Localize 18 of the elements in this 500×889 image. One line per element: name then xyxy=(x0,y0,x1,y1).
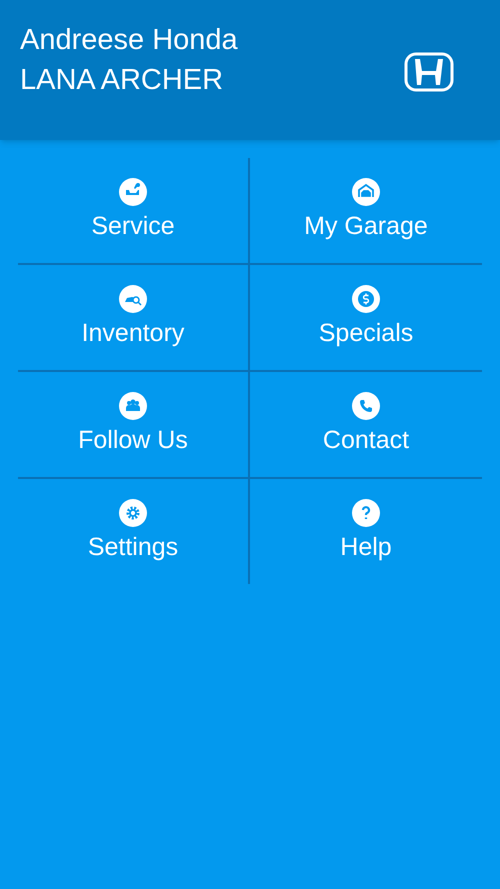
menu-tile[interactable]: Inventory xyxy=(18,265,250,370)
logo-icon xyxy=(404,52,454,92)
user-name: LANA ARCHER xyxy=(20,63,224,98)
menu-tile[interactable]: Service xyxy=(18,158,250,263)
gear-icon xyxy=(119,499,147,527)
car-search-icon xyxy=(119,285,147,313)
menu-tile[interactable]: Follow Us xyxy=(18,372,250,477)
menu-tile[interactable]: My Garage xyxy=(250,158,482,263)
phone-icon xyxy=(352,392,380,420)
people-icon xyxy=(119,392,147,420)
dollar-badge-icon xyxy=(352,285,380,313)
menu-tile[interactable]: Contact xyxy=(250,372,482,477)
help-icon xyxy=(352,499,380,527)
menu-tile[interactable]: Specials xyxy=(250,265,482,370)
menu-tile[interactable]: Help xyxy=(250,479,482,584)
dealer-name: Andreese Honda xyxy=(20,23,238,58)
menu-tile[interactable]: Settings xyxy=(18,479,250,584)
garage-icon xyxy=(352,178,380,206)
